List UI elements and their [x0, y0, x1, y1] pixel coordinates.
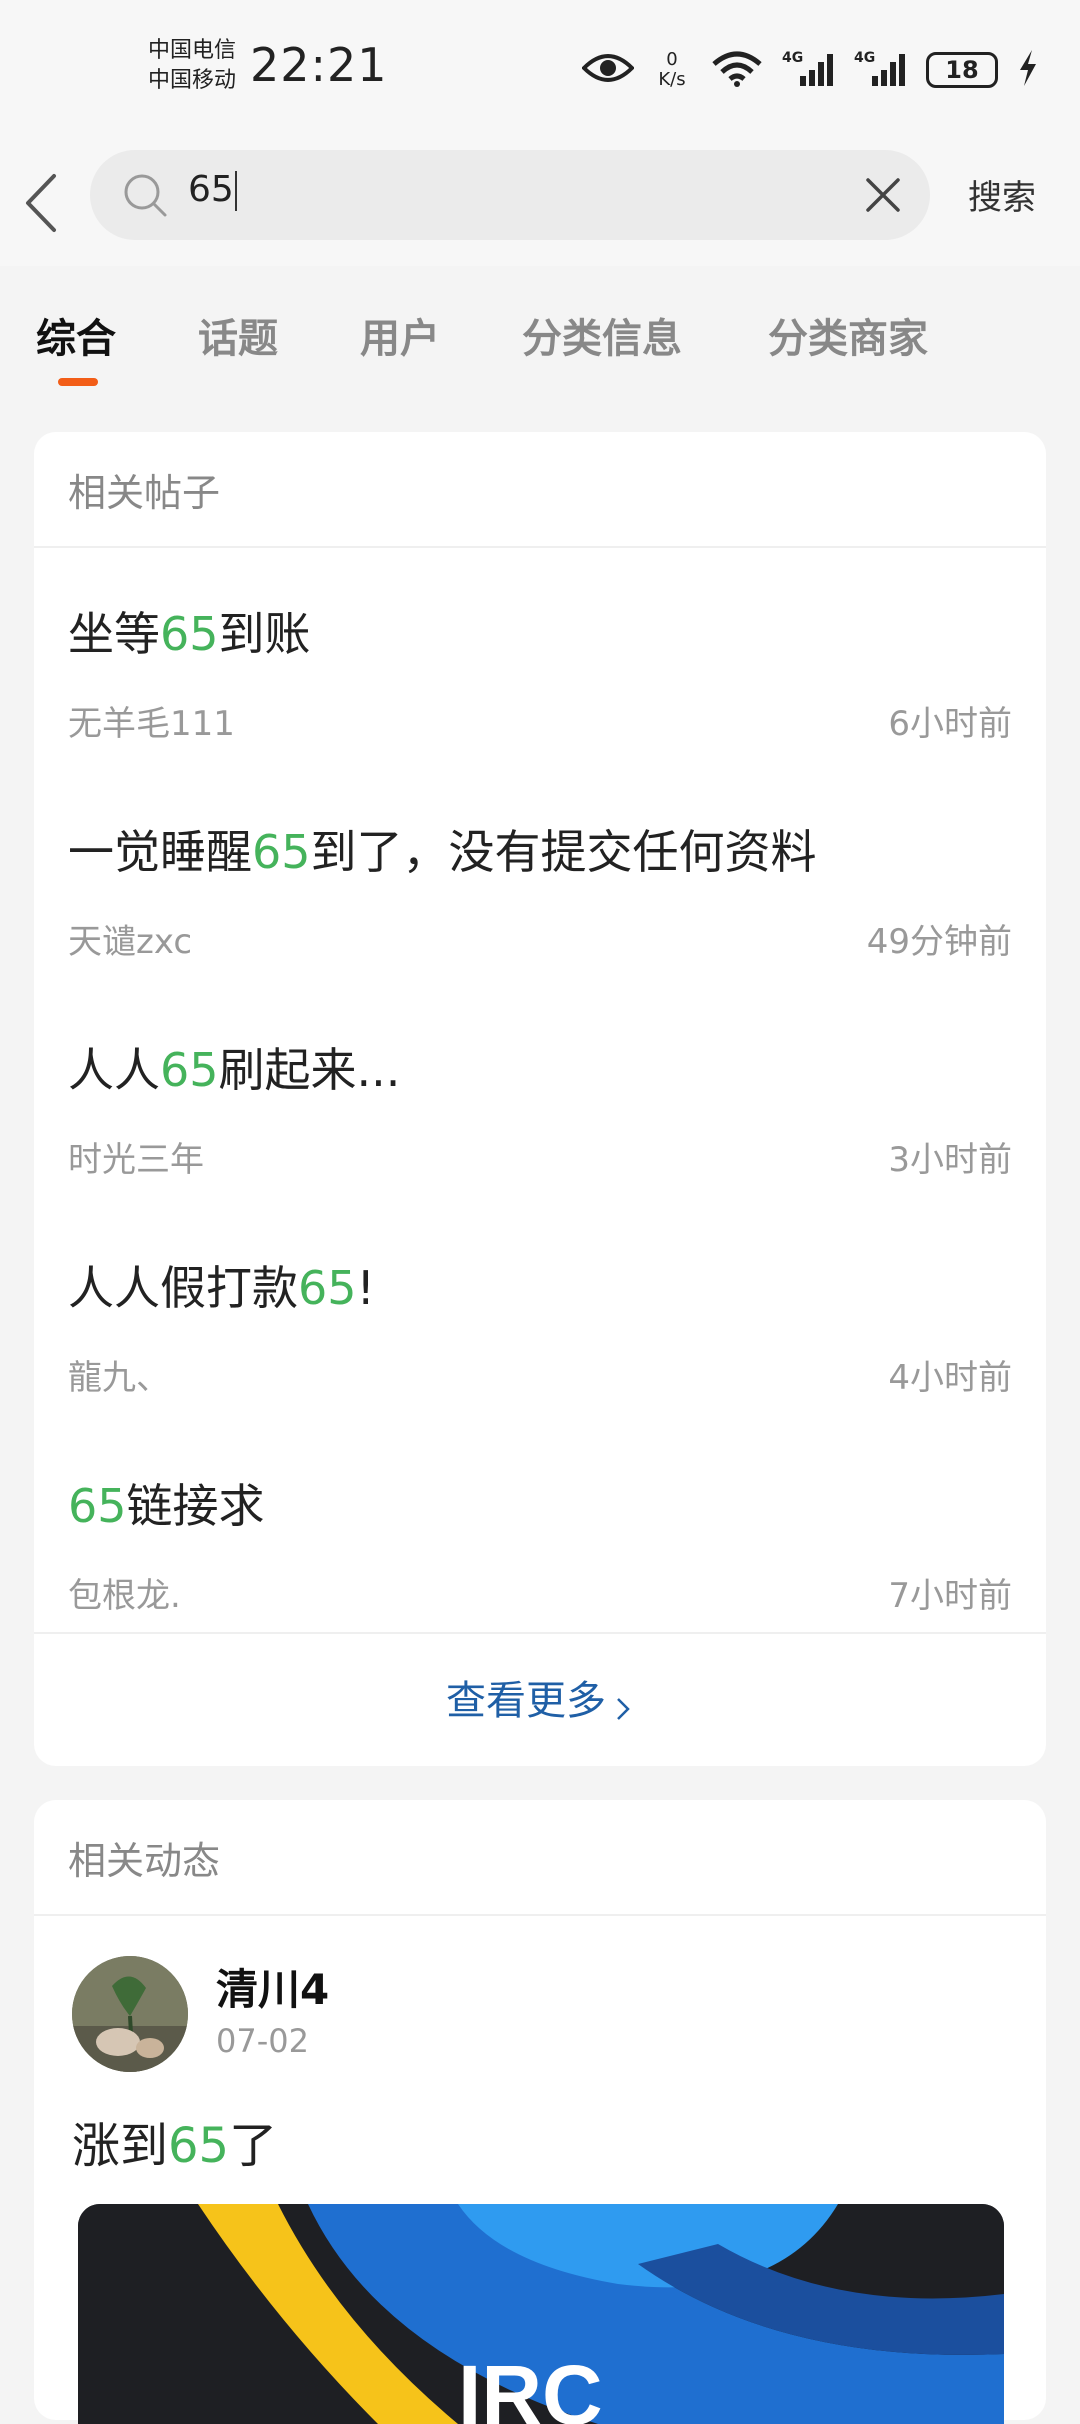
eye-icon [581, 50, 635, 90]
back-arrow-icon[interactable] [20, 170, 80, 236]
post-time: 7小时前 [888, 1576, 1012, 1616]
post-time: 49分钟前 [866, 922, 1012, 962]
avatar[interactable] [72, 1956, 188, 2072]
section-title: 相关帖子 [68, 471, 221, 515]
keyword-highlight: 65 [68, 1479, 127, 1533]
tab-users[interactable]: 用户 [360, 306, 440, 364]
carrier-names: 中国电信 中国移动 [148, 36, 236, 96]
image-brand-text: IRC [458, 2348, 603, 2424]
divider [34, 1914, 1046, 1916]
carrier-1: 中国电信 [148, 38, 237, 63]
related-posts-card: 相关帖子 坐等65到账 无羊毛111 6小时前 一觉睡醒65到了，没有提交任何资… [34, 432, 1046, 1766]
divider [34, 1632, 1046, 1634]
user-name[interactable]: 清川4 [216, 1956, 329, 2017]
tab-classified-info[interactable]: 分类信息 [522, 306, 682, 364]
battery-icon: 18 [926, 52, 998, 88]
post-date: 07-02 [216, 2022, 309, 2060]
carrier-2: 中国移动 [148, 68, 237, 93]
status-icons: 0 K/s 4G 4G 18 [581, 44, 1040, 96]
post-time: 4小时前 [888, 1358, 1012, 1398]
post-title: 人人65刷起来... [68, 1043, 401, 1097]
signal2-label: 4G [854, 50, 875, 66]
post-item[interactable]: 人人假打款65! 龍九、 4小时前 [68, 1202, 1012, 1420]
post-author: 无羊毛111 [68, 704, 235, 744]
tab-overview[interactable]: 综合 [36, 306, 116, 364]
post-author: 时光三年 [68, 1140, 204, 1180]
signal1-label: 4G [782, 50, 803, 66]
post-time: 6小时前 [888, 704, 1012, 744]
post-time: 3小时前 [888, 1140, 1012, 1180]
text-caret [234, 171, 237, 211]
post-author: 天谴zxc [68, 922, 193, 962]
post-item[interactable]: 坐等65到账 无羊毛111 6小时前 [68, 548, 1012, 766]
category-tabs: 综合 话题 用户 分类信息 分类商家 [0, 266, 1080, 386]
wifi-icon [710, 48, 764, 92]
keyword-highlight: 65 [168, 2118, 230, 2174]
post-item[interactable]: 65链接求 包根龙. 7小时前 [68, 1420, 1012, 1638]
dynamic-image[interactable]: IRC [78, 2204, 1004, 2424]
search-button[interactable]: 搜索 [968, 170, 1036, 219]
active-tab-indicator [58, 378, 98, 386]
post-title: 65链接求 [68, 1479, 265, 1533]
signal-icon: 4G [854, 48, 908, 92]
post-item[interactable]: 人人65刷起来... 时光三年 3小时前 [68, 984, 1012, 1202]
section-title: 相关动态 [68, 1839, 221, 1883]
view-more-label: 查看更多 [446, 1678, 606, 1724]
chevron-right-icon [612, 1688, 634, 1720]
keyword-highlight: 65 [252, 825, 311, 879]
search-input[interactable]: 65 [90, 150, 930, 240]
search-query[interactable]: 65 [188, 169, 237, 211]
tab-topics[interactable]: 话题 [198, 306, 278, 364]
view-more-link[interactable]: 查看更多 [34, 1668, 1046, 1726]
clear-icon[interactable] [860, 172, 906, 218]
net-speed-unit: K/s [658, 69, 686, 90]
post-author: 包根龙. [68, 1576, 181, 1616]
post-title: 坐等65到账 [68, 607, 311, 661]
keyword-highlight: 65 [160, 1043, 219, 1097]
charging-bolt-icon [1016, 48, 1040, 92]
related-dynamics-card: 相关动态 清川4 07-02 涨到65了 IRC [34, 1800, 1046, 2424]
dynamic-text[interactable]: 涨到65了 [72, 2106, 277, 2176]
keyword-highlight: 65 [298, 1261, 357, 1315]
post-title: 一觉睡醒65到了，没有提交任何资料 [68, 825, 817, 879]
status-bar: 中国电信 中国移动 22:21 0 K/s 4G 4G 18 [0, 0, 1080, 140]
post-title: 人人假打款65! [68, 1261, 375, 1315]
signal-icon: 4G [782, 48, 836, 92]
clock: 22:21 [250, 38, 388, 92]
keyword-highlight: 65 [160, 607, 219, 661]
post-item[interactable]: 一觉睡醒65到了，没有提交任何资料 天谴zxc 49分钟前 [68, 766, 1012, 984]
battery-level: 18 [945, 56, 979, 84]
search-bar-row: 65 搜索 [0, 140, 1080, 266]
tab-classified-merchants[interactable]: 分类商家 [768, 306, 928, 364]
search-icon [122, 172, 168, 218]
post-author: 龍九、 [68, 1358, 170, 1398]
net-speed: 0 K/s [652, 50, 692, 90]
net-speed-value: 0 [666, 49, 678, 70]
